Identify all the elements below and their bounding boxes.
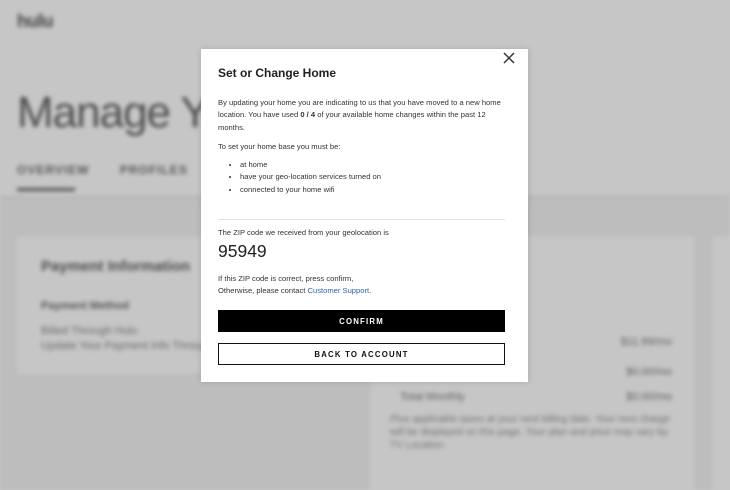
home-changes-count: 0 / 4 bbox=[300, 110, 316, 120]
modal-title: Set or Change Home bbox=[218, 66, 337, 80]
support-prefix: Otherwise, please contact bbox=[218, 286, 308, 296]
confirm-instructions: If this ZIP code is correct, press confi… bbox=[218, 273, 503, 298]
zip-label: The ZIP code we received from your geolo… bbox=[218, 228, 389, 237]
confirm-line: If this ZIP code is correct, press confi… bbox=[218, 274, 354, 283]
requirements-list: at home have your geo-location services … bbox=[218, 159, 381, 196]
zip-code: 95949 bbox=[218, 241, 267, 261]
support-line: Otherwise, please contact Customer Suppo… bbox=[218, 285, 503, 297]
set-home-modal: Set or Change Home By updating your home… bbox=[201, 49, 528, 382]
confirm-button[interactable]: CONFIRM bbox=[218, 310, 505, 332]
back-to-account-button[interactable]: BACK TO ACCOUNT bbox=[218, 343, 505, 365]
close-icon[interactable] bbox=[502, 51, 516, 65]
requirements-heading: To set your home base you must be: bbox=[218, 142, 341, 151]
list-item: at home bbox=[240, 159, 381, 171]
list-item: connected to your home wifi bbox=[240, 184, 381, 196]
modal-divider bbox=[218, 219, 505, 220]
list-item: have your geo-location services turned o… bbox=[240, 171, 381, 183]
home-change-notice: By updating your home you are indicating… bbox=[218, 97, 503, 134]
support-suffix: . bbox=[369, 286, 372, 296]
customer-support-link[interactable]: Customer Support bbox=[307, 286, 369, 295]
